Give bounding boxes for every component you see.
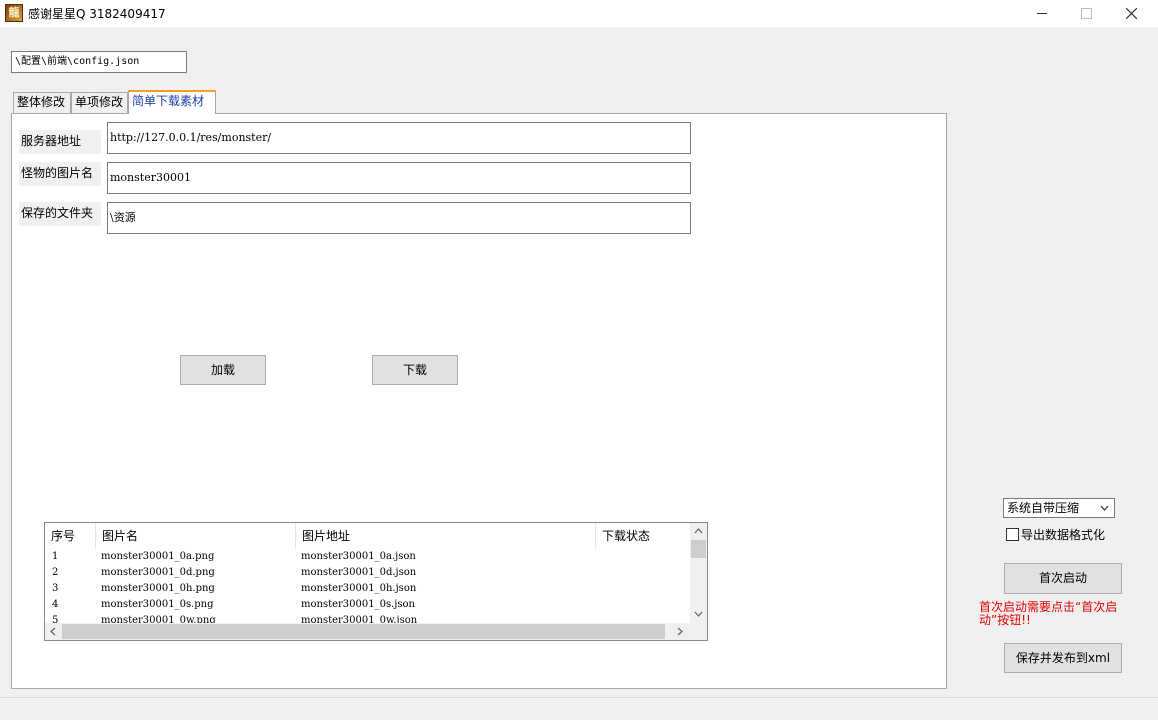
download-panel: 服务器地址 http://127.0.0.1/res/monster/ 怪物的图… xyxy=(11,113,947,689)
title-bar: 龍 感谢星星Q 3182409417 xyxy=(0,0,1158,27)
row-index: 4 xyxy=(52,599,59,610)
scroll-left-icon[interactable] xyxy=(50,627,56,636)
table-row[interactable]: 1 monster30001_0a.png monster30001_0a.js… xyxy=(45,549,690,565)
export-format-checkbox[interactable] xyxy=(1006,528,1019,541)
row-url: monster30001_0s.json xyxy=(301,599,415,610)
horizontal-scroll-thumb[interactable] xyxy=(62,624,665,639)
tab-overall-edit[interactable]: 整体修改 xyxy=(13,92,71,113)
status-bar xyxy=(0,697,1158,720)
row-image: monster30001_0h.png xyxy=(101,583,215,594)
tab-simple-download[interactable]: 简单下载素材 xyxy=(128,90,216,114)
column-download-status[interactable]: 下载状态 xyxy=(596,523,690,549)
image-name-input[interactable]: monster30001 xyxy=(107,162,691,194)
row-image: monster30001_0a.png xyxy=(101,551,215,562)
list-header: 序号 图片名 图片地址 下载状态 xyxy=(45,523,690,549)
server-address-label: 服务器地址 xyxy=(19,130,101,154)
maximize-icon xyxy=(1080,8,1092,19)
row-image: monster30001_0s.png xyxy=(101,599,214,610)
chevron-down-icon xyxy=(1100,505,1109,511)
server-address-input[interactable]: http://127.0.0.1/res/monster/ xyxy=(107,122,691,154)
table-row[interactable]: 2 monster30001_0d.png monster30001_0d.js… xyxy=(45,565,690,581)
row-index: 3 xyxy=(52,583,59,594)
close-icon xyxy=(1125,7,1137,20)
table-row[interactable]: 3 monster30001_0h.png monster30001_0h.js… xyxy=(45,581,690,597)
maximize-button[interactable] xyxy=(1063,0,1109,27)
table-row[interactable]: 4 monster30001_0s.png monster30001_0s.js… xyxy=(45,597,690,613)
row-url: monster30001_0a.json xyxy=(301,551,416,562)
vertical-scroll-thumb[interactable] xyxy=(691,540,706,558)
row-url: monster30001_0h.json xyxy=(301,583,417,594)
minimize-button[interactable] xyxy=(1019,0,1065,27)
save-publish-button[interactable]: 保存并发布到xml xyxy=(1004,643,1122,673)
window-title: 感谢星星Q 3182409417 xyxy=(28,7,166,21)
scroll-up-icon[interactable] xyxy=(694,528,703,534)
first-start-warning: 首次启动需要点击“首次启动”按钮!! xyxy=(979,600,1118,627)
app-icon: 龍 xyxy=(5,4,23,22)
export-format-label[interactable]: 导出数据格式化 xyxy=(1021,526,1105,543)
scrollbar-corner xyxy=(690,623,707,640)
scroll-down-icon[interactable] xyxy=(694,611,703,617)
first-start-button[interactable]: 首次启动 xyxy=(1004,563,1122,594)
compression-select-value: 系统自带压缩 xyxy=(1007,501,1080,515)
row-url: monster30001_0d.json xyxy=(301,567,417,578)
row-index: 1 xyxy=(52,551,59,562)
tab-single-edit[interactable]: 单项修改 xyxy=(71,92,128,113)
save-folder-input[interactable]: \资源 xyxy=(107,202,691,234)
scroll-right-icon[interactable] xyxy=(677,627,683,636)
close-button[interactable] xyxy=(1108,0,1154,27)
column-image-url[interactable]: 图片地址 xyxy=(296,523,596,549)
column-index[interactable]: 序号 xyxy=(45,523,96,549)
row-index: 2 xyxy=(52,567,59,578)
image-name-label: 怪物的图片名 xyxy=(19,162,101,186)
minimize-icon xyxy=(1036,13,1047,14)
column-image-name[interactable]: 图片名 xyxy=(96,523,296,549)
load-button[interactable]: 加载 xyxy=(180,355,266,385)
save-folder-label: 保存的文件夹 xyxy=(19,202,101,226)
download-button[interactable]: 下载 xyxy=(372,355,458,385)
file-list[interactable]: 序号 图片名 图片地址 下载状态 1 monster30001_0a.png m… xyxy=(44,522,708,641)
vertical-scrollbar[interactable] xyxy=(690,523,707,624)
horizontal-scrollbar[interactable] xyxy=(45,623,690,640)
row-image: monster30001_0d.png xyxy=(101,567,215,578)
config-path-field[interactable]: \配置\前端\config.json xyxy=(11,51,187,73)
compression-select[interactable]: 系统自带压缩 xyxy=(1003,498,1115,518)
